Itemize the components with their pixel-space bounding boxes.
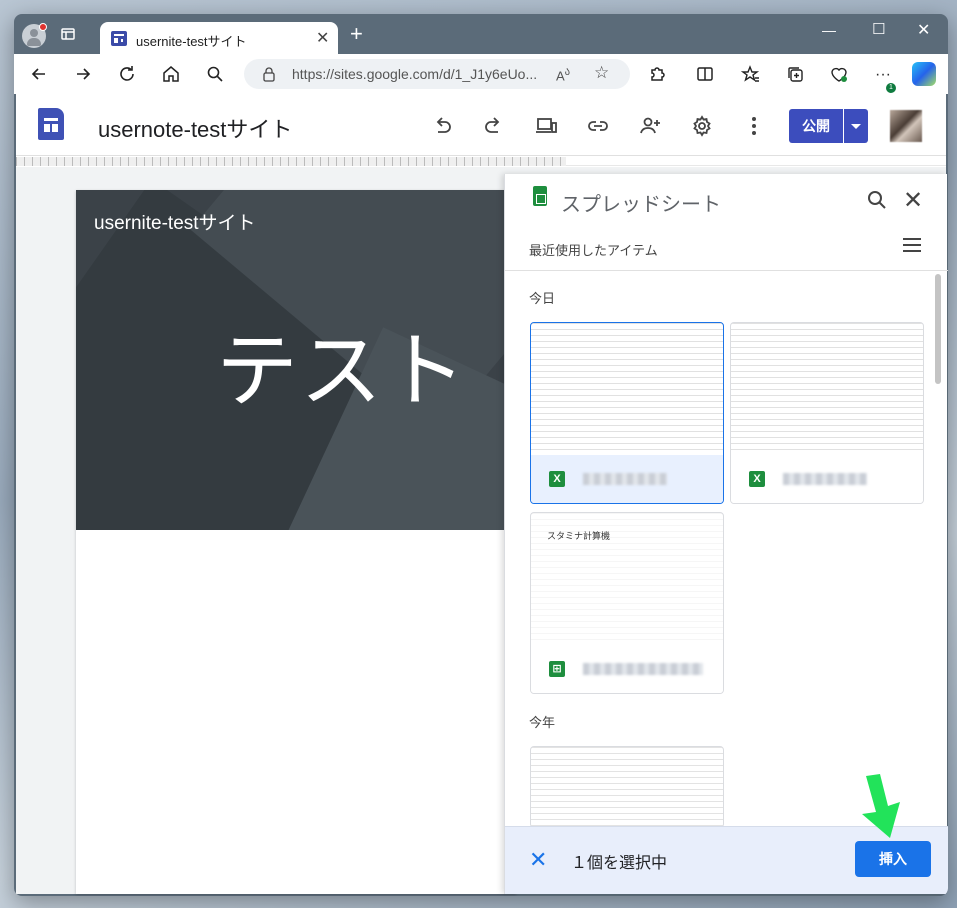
file-card[interactable]: X (530, 322, 724, 504)
browser-window: usernite-testサイト ✕ + — ☐ ✕ https://sites… (14, 14, 948, 896)
file-name-redacted (583, 663, 703, 675)
excel-file-icon: X (549, 471, 565, 487)
new-tab-icon[interactable]: + (350, 23, 363, 45)
tab-close-icon[interactable]: ✕ (316, 28, 329, 48)
panel-title: スプレッドシート (561, 194, 721, 216)
split-screen-icon[interactable] (694, 64, 716, 86)
panel-scrollbar[interactable] (935, 274, 941, 384)
file-card[interactable]: X (730, 322, 924, 504)
browser-tab[interactable]: usernite-testサイト ✕ (100, 22, 338, 54)
lock-icon[interactable] (262, 66, 276, 82)
redo-icon[interactable] (482, 114, 506, 138)
search-icon[interactable] (204, 64, 226, 86)
profile-alert-dot (39, 23, 47, 31)
more-vert-icon[interactable] (742, 114, 766, 138)
sheets-file-icon: ⊞ (549, 661, 565, 677)
url-text[interactable]: https://sites.google.com/d/1_J1y6eUo... (292, 66, 537, 82)
file-thumbnail (531, 747, 723, 827)
profile-icon[interactable] (22, 23, 47, 48)
deselect-icon[interactable]: ✕ (529, 847, 547, 873)
hero-site-name[interactable]: usernite-testサイト (94, 208, 256, 235)
browser-toolbar: https://sites.google.com/d/1_J1y6eUo... … (14, 54, 948, 94)
file-card[interactable] (530, 746, 724, 828)
favorites-icon[interactable] (740, 64, 762, 86)
panel-close-icon[interactable]: ✕ (903, 186, 923, 215)
recent-items-label[interactable]: 最近使用したアイテム (529, 240, 658, 259)
copilot-icon[interactable] (912, 62, 936, 86)
ruler (16, 157, 946, 166)
hero-banner[interactable]: usernite-testサイト テスト (76, 190, 516, 530)
notification-badge: 1 (886, 83, 896, 93)
annotation-arrow-icon (862, 774, 900, 838)
sites-header: usernote-testサイト 公開 (16, 94, 946, 156)
read-aloud-icon[interactable]: Aა (556, 65, 570, 83)
minimize-icon[interactable]: — (822, 22, 836, 38)
tab-actions-icon[interactable] (60, 26, 78, 44)
google-sheets-icon (533, 186, 547, 206)
insert-button[interactable]: 挿入 (855, 841, 931, 877)
sites-favicon-icon (111, 31, 127, 46)
extensions-icon[interactable] (646, 64, 668, 86)
share-add-person-icon[interactable] (638, 114, 662, 138)
window-close-icon[interactable]: ✕ (917, 20, 930, 40)
copy-link-icon[interactable] (586, 114, 610, 138)
sites-editor: usernote-testサイト 公開 usernite-testサイト テスト… (16, 94, 948, 894)
settings-gear-icon[interactable] (690, 114, 714, 138)
section-label-this-year: 今年 (529, 715, 556, 730)
selection-count: １個を選択中 (571, 855, 668, 872)
panel-search-icon[interactable] (865, 188, 889, 212)
collections-icon[interactable] (784, 64, 806, 86)
undo-icon[interactable] (430, 114, 454, 138)
section-label-today: 今日 (529, 291, 556, 306)
favorite-star-icon[interactable]: ☆ (594, 63, 609, 83)
browser-essentials-icon[interactable] (828, 64, 850, 86)
excel-file-icon: X (749, 471, 765, 487)
site-page[interactable]: usernite-testサイト テスト (76, 190, 516, 894)
tab-strip: usernite-testサイト ✕ + — ☐ ✕ (14, 14, 948, 54)
file-card[interactable]: スタミナ計算機 ⊞ (530, 512, 724, 694)
address-bar[interactable]: https://sites.google.com/d/1_J1y6eUo... … (244, 59, 630, 89)
back-icon[interactable] (28, 64, 50, 86)
maximize-icon[interactable]: ☐ (872, 20, 885, 38)
reload-icon[interactable] (116, 64, 138, 86)
file-name-redacted (783, 473, 867, 485)
account-avatar[interactable] (890, 110, 922, 142)
preview-devices-icon[interactable] (534, 114, 558, 138)
publish-button[interactable]: 公開 (789, 109, 843, 143)
panel-divider (505, 270, 948, 271)
home-icon[interactable] (160, 64, 182, 86)
thumbnail-title: スタミナ計算機 (547, 531, 611, 541)
file-thumbnail (531, 323, 723, 455)
site-name[interactable]: usernote-testサイト (98, 112, 292, 144)
file-thumbnail (731, 323, 923, 455)
list-view-icon[interactable] (903, 238, 921, 254)
forward-icon[interactable] (72, 64, 94, 86)
file-name-redacted (583, 473, 667, 485)
google-sites-logo-icon[interactable] (38, 108, 64, 140)
publish-dropdown-icon[interactable] (844, 109, 868, 143)
hero-title[interactable]: テスト (216, 304, 468, 423)
tab-title: usernite-testサイト (136, 34, 247, 49)
